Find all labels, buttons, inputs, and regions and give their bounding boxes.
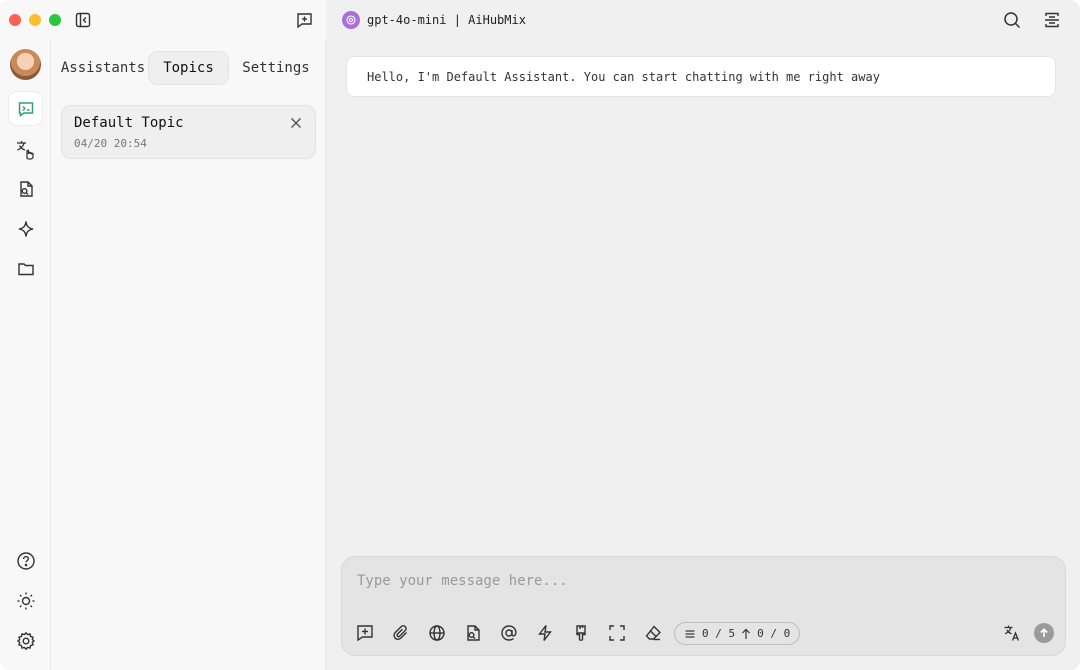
- quick-phrase-bolt-icon[interactable]: [535, 623, 555, 643]
- model-label: gpt-4o-mini | AiHubMix: [367, 13, 526, 27]
- arrow-up-icon: [742, 628, 751, 639]
- attachment-icon[interactable]: [391, 623, 411, 643]
- app-window: gpt-4o-mini | AiHubMix Assistants Topics…: [0, 0, 1080, 670]
- panel-tabs: Assistants Topics Settings: [61, 51, 319, 85]
- new-topic-icon[interactable]: [355, 623, 375, 643]
- fullscreen-expand-icon[interactable]: [607, 623, 627, 643]
- topics-panel: Assistants Topics Settings Default Topic…: [51, 40, 326, 670]
- folder-icon[interactable]: [9, 252, 42, 285]
- topic-title: Default Topic: [74, 115, 184, 131]
- tab-settings[interactable]: Settings: [233, 51, 319, 85]
- chat-area: Hello, I'm Default Assistant. You can st…: [326, 40, 1080, 670]
- window-minimize-button[interactable]: [29, 14, 41, 26]
- avatar[interactable]: [10, 49, 41, 80]
- welcome-message: Hello, I'm Default Assistant. You can st…: [346, 56, 1056, 97]
- new-topic-icon[interactable]: [294, 10, 314, 30]
- token-counter[interactable]: 0 / 5 0 / 0: [674, 622, 801, 645]
- search-icon[interactable]: [1002, 10, 1022, 30]
- document-search-icon[interactable]: [9, 172, 42, 205]
- sidebar-toggle-icon[interactable]: [73, 10, 93, 30]
- openai-logo-icon: [342, 11, 360, 29]
- topic-item[interactable]: Default Topic 04/20 20:54: [61, 105, 316, 159]
- translate-icon[interactable]: [9, 132, 42, 165]
- layout-icon[interactable]: [1042, 10, 1062, 30]
- clear-eraser-icon[interactable]: [643, 623, 663, 643]
- tab-topics[interactable]: Topics: [148, 51, 229, 85]
- web-search-globe-icon[interactable]: [427, 623, 447, 643]
- settings-gear-icon[interactable]: [9, 624, 42, 657]
- theme-sun-icon[interactable]: [9, 584, 42, 617]
- translate-icon[interactable]: [1002, 623, 1022, 643]
- topic-timestamp: 04/20 20:54: [74, 137, 147, 150]
- context-list-icon: [685, 629, 695, 638]
- token-count: 0 / 0: [757, 627, 791, 640]
- chat-icon[interactable]: [9, 92, 42, 125]
- window-maximize-button[interactable]: [49, 14, 61, 26]
- title-bar: gpt-4o-mini | AiHubMix: [0, 0, 1080, 40]
- mention-at-icon[interactable]: [499, 623, 519, 643]
- window-close-button[interactable]: [9, 14, 21, 26]
- context-count: 0 / 5: [702, 627, 736, 640]
- icon-rail: [0, 40, 51, 670]
- model-selector[interactable]: gpt-4o-mini | AiHubMix: [342, 11, 526, 29]
- send-button[interactable]: [1034, 623, 1054, 643]
- message-input[interactable]: [357, 571, 1047, 591]
- knowledge-base-icon[interactable]: [463, 623, 483, 643]
- sparkle-icon[interactable]: [9, 212, 42, 245]
- close-icon[interactable]: [289, 116, 303, 130]
- tab-assistants[interactable]: Assistants: [61, 51, 145, 85]
- arrow-up-icon: [1040, 628, 1048, 637]
- paint-brush-icon[interactable]: [571, 623, 591, 643]
- message-composer: 0 / 5 0 / 0: [341, 556, 1066, 656]
- help-icon[interactable]: [9, 544, 42, 577]
